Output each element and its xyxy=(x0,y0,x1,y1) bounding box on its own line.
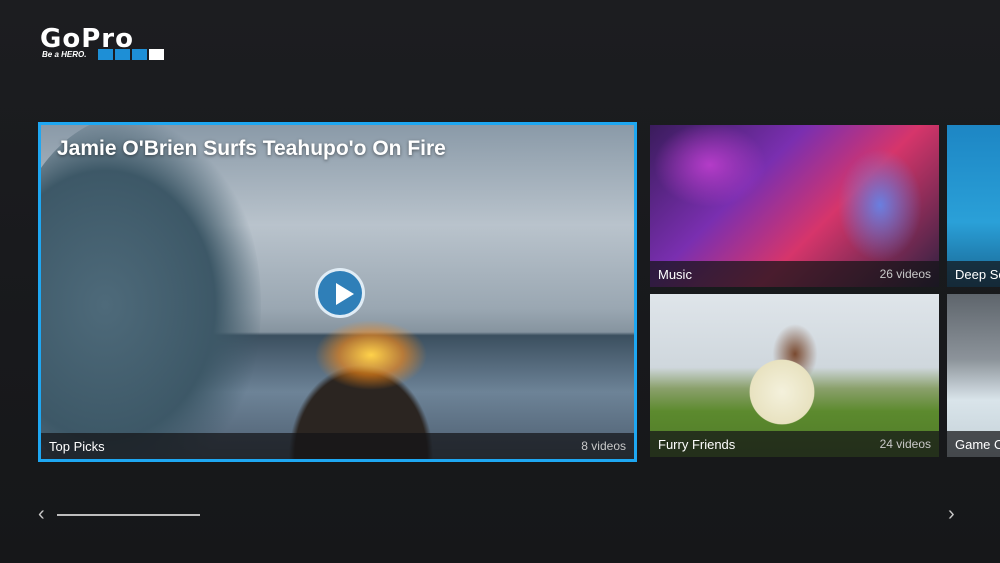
chevron-right-icon[interactable]: › xyxy=(948,504,955,524)
tile-caption: Furry Friends 24 videos xyxy=(650,431,939,457)
logo-tagline: Be a HERO. xyxy=(42,50,87,59)
play-icon[interactable] xyxy=(315,268,365,318)
category-label: Top Picks xyxy=(49,438,105,454)
tile-caption: Deep Se xyxy=(947,261,1000,287)
featured-title: Jamie O'Brien Surfs Teahupo'o On Fire xyxy=(57,137,446,160)
tile-caption: Music 26 videos xyxy=(650,261,939,287)
scroll-progress-bar xyxy=(57,514,200,516)
logo-square xyxy=(115,49,130,60)
video-count: 26 videos xyxy=(879,267,931,281)
chevron-left-icon[interactable]: ‹ xyxy=(38,504,45,524)
logo-square xyxy=(149,49,164,60)
featured-video-tile[interactable]: Jamie O'Brien Surfs Teahupo'o On Fire To… xyxy=(38,122,637,462)
tile-caption: Game On xyxy=(947,431,1000,457)
logo-squares xyxy=(98,49,164,60)
category-tile-deep-sea[interactable]: Deep Se xyxy=(947,125,1000,287)
category-label: Game On xyxy=(955,436,1000,452)
category-label: Deep Se xyxy=(955,266,1000,282)
category-tile-music[interactable]: Music 26 videos xyxy=(650,125,939,287)
gopro-logo: GoPro Be a HERO. xyxy=(40,24,170,62)
logo-square xyxy=(132,49,147,60)
tile-caption: Top Picks 8 videos xyxy=(41,433,634,459)
video-count: 24 videos xyxy=(879,437,931,451)
category-tile-game-on[interactable]: Game On xyxy=(947,294,1000,457)
logo-square xyxy=(98,49,113,60)
category-label: Furry Friends xyxy=(658,436,736,452)
category-tile-furry-friends[interactable]: Furry Friends 24 videos xyxy=(650,294,939,457)
category-label: Music xyxy=(658,266,692,282)
video-count: 8 videos xyxy=(581,439,626,453)
